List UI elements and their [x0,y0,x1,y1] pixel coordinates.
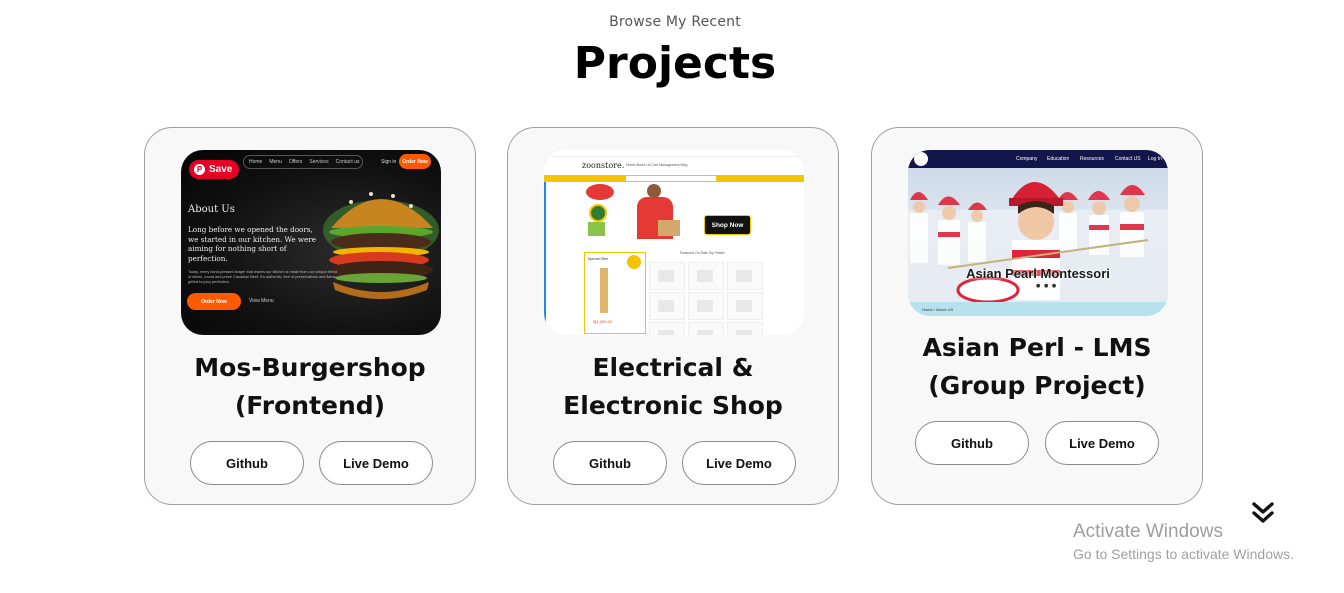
thumb-tabs: Featured On Sale Top Rated [680,251,725,255]
thumb-nav-item: Offers [288,159,303,165]
thumb-product-cell [649,292,685,320]
thumb-menu: Home About Us Cart Management Blog [626,163,688,167]
github-button[interactable]: Github [190,441,304,485]
activate-windows-title: Activate Windows [1073,521,1223,542]
thumb-sale-badge [586,184,614,200]
thumb-product-cell [649,322,685,335]
thumb-product-cell [688,322,724,335]
thumbnail-nav: Home Menu Offers Services Contact us [243,155,363,169]
thumb-product-cell [727,262,763,290]
thumb-search-input [626,176,716,181]
thumb-heading: About Us [188,204,235,215]
activate-windows-subtitle: Go to Settings to activate Windows. [1073,546,1294,562]
pinterest-save-button[interactable]: P Save [189,160,239,179]
thumb-product-cell [649,262,685,290]
thumb-banner-title: Asian Pearl Montessori [966,266,1110,281]
thumb-breadcrumb-bar: Home › About US [908,302,1168,316]
thumb-product-cell [727,292,763,320]
thumb-product-cell [727,322,763,335]
thumb-breadcrumb: Home › About US [922,307,954,312]
project-title-line: Electrical & [592,353,754,382]
thumb-special-offer-label: Special Offer [588,257,609,261]
thumb-logo: zoonstore. [582,161,625,170]
thumb-price-badge [627,255,641,269]
project-card-burgershop: P Save Home Menu Offers Services Contact… [144,127,476,505]
thumb-carousel-dots: ● ● ● [1036,283,1058,289]
thumb-nav-item: Resources [1080,156,1104,162]
thumb-school-logo [914,152,928,166]
live-demo-button[interactable]: Live Demo [319,441,433,485]
live-demo-button[interactable]: Live Demo [682,441,796,485]
thumb-left-edge [544,182,546,335]
thumb-product-image [600,268,608,313]
thumb-delivery-person-head [647,184,661,198]
thumb-nav-item: Contact us [335,159,360,165]
project-thumbnail: Company Education Resources Contact US L… [908,150,1168,316]
thumb-parcel [658,220,680,236]
kids-band-image [908,182,1168,304]
github-button[interactable]: Github [553,441,667,485]
thumb-nav-item: Education [1047,156,1070,162]
thumb-price: රු1,200.00 [593,319,612,324]
project-title: Mos-Burgershop (Frontend) [145,349,475,425]
thumb-order-now-2: Order Now [187,293,241,310]
github-button[interactable]: Github [915,421,1029,465]
thumb-delivery-badge [588,222,605,236]
thumb-shop-now: Shop Now [704,215,751,235]
thumb-product-cell [688,292,724,320]
thumb-nav-item: Company [1016,156,1038,162]
project-title: Electrical & Electronic Shop [508,349,838,425]
thumb-sign-in: Sign in [381,159,397,165]
project-title-line: (Group Project) [928,371,1146,400]
project-thumbnail: zoonstore. Home About Us Cart Management… [544,150,804,335]
thumb-nav-item: Log In [1148,156,1162,162]
project-card-electrical-shop: zoonstore. Home About Us Cart Management… [507,127,839,505]
project-title-line: Mos-Burgershop [194,353,426,382]
thumb-nav-item: Home [249,159,263,165]
section-eyebrow: Browse My Recent [609,14,741,30]
project-title-line: Electronic Shop [563,391,783,420]
project-title-line: Asian Perl - LMS [922,333,1152,362]
thumb-small-text: Today, every hand-pressed burger that le… [188,270,337,284]
thumb-product-cell [688,262,724,290]
project-card-asian-perl: Company Education Resources Contact US L… [871,127,1203,505]
thumb-nav: Company Education Resources Contact US L… [908,150,1168,168]
project-thumbnail: P Save Home Menu Offers Services Contact… [181,150,441,335]
thumb-nav-item: Contact US [1115,156,1141,162]
thumb-topbar [544,150,804,157]
live-demo-button[interactable]: Live Demo [1045,421,1159,465]
pinterest-icon: P [194,164,205,175]
thumb-view-menu: View Menu [249,298,274,304]
thumb-nav-item: Menu [269,159,282,165]
thumb-quality-badge [589,204,607,222]
double-chevron-down-icon[interactable] [1250,500,1276,526]
thumb-special-offer: Special Offer රු1,200.00 [584,252,646,334]
thumb-text: Long before we opened the doors, we star… [188,225,316,263]
thumb-nav-item: Services [309,159,329,165]
project-title-line: (Frontend) [234,391,386,420]
thumb-order-now: Order Now [399,154,431,169]
section-title: Projects [573,38,777,89]
project-title: Asian Perl - LMS (Group Project) [872,329,1202,405]
